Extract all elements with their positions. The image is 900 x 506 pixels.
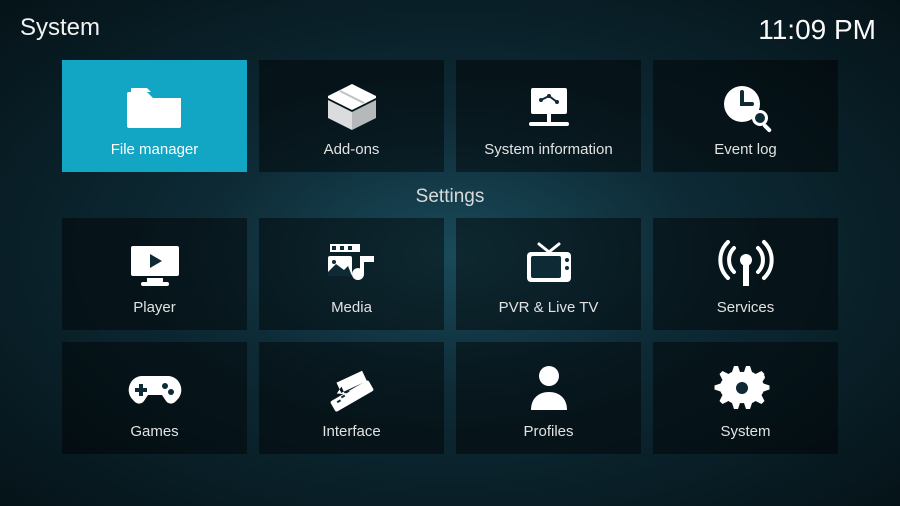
tile-add-ons[interactable]: Add-ons xyxy=(259,60,444,172)
gear-wrench-icon xyxy=(659,352,832,423)
tile-games[interactable]: Games xyxy=(62,342,247,454)
tile-system[interactable]: System xyxy=(653,342,838,454)
tile-label: Media xyxy=(331,299,372,316)
section-heading-settings: Settings xyxy=(0,186,900,208)
settings-row-2: Games Interface Profiles System xyxy=(0,342,900,454)
tile-label: Add-ons xyxy=(324,141,380,158)
tile-system-information[interactable]: System information xyxy=(456,60,641,172)
broadcast-icon xyxy=(659,228,832,299)
media-library-icon xyxy=(265,228,438,299)
tile-label: Interface xyxy=(322,423,380,440)
tile-label: System xyxy=(720,423,770,440)
top-row: File manager Add-ons System information … xyxy=(0,60,900,172)
tile-label: Profiles xyxy=(523,423,573,440)
tile-media[interactable]: Media xyxy=(259,218,444,330)
clock-search-icon xyxy=(659,70,832,141)
tile-label: Games xyxy=(130,423,178,440)
gamepad-icon xyxy=(68,352,241,423)
tile-interface[interactable]: Interface xyxy=(259,342,444,454)
clock: 11:09 PM xyxy=(758,14,876,46)
tile-pvr-live-tv[interactable]: PVR & Live TV xyxy=(456,218,641,330)
settings-row-1: Player Media PVR & Live TV Services xyxy=(0,218,900,330)
tv-icon xyxy=(462,228,635,299)
box-icon xyxy=(265,70,438,141)
tile-file-manager[interactable]: File manager xyxy=(62,60,247,172)
tile-services[interactable]: Services xyxy=(653,218,838,330)
tile-label: File manager xyxy=(111,141,199,158)
tile-label: Player xyxy=(133,299,176,316)
tile-label: System information xyxy=(484,141,612,158)
person-icon xyxy=(462,352,635,423)
presentation-icon xyxy=(462,70,635,141)
page-title: System xyxy=(20,14,100,42)
tile-profiles[interactable]: Profiles xyxy=(456,342,641,454)
folder-icon xyxy=(68,70,241,141)
tile-player[interactable]: Player xyxy=(62,218,247,330)
tile-event-log[interactable]: Event log xyxy=(653,60,838,172)
tile-label: Services xyxy=(717,299,775,316)
top-bar: System 11:09 PM xyxy=(0,0,900,46)
tile-label: PVR & Live TV xyxy=(499,299,599,316)
monitor-play-icon xyxy=(68,228,241,299)
tile-label: Event log xyxy=(714,141,777,158)
ruler-pencil-icon xyxy=(265,352,438,423)
